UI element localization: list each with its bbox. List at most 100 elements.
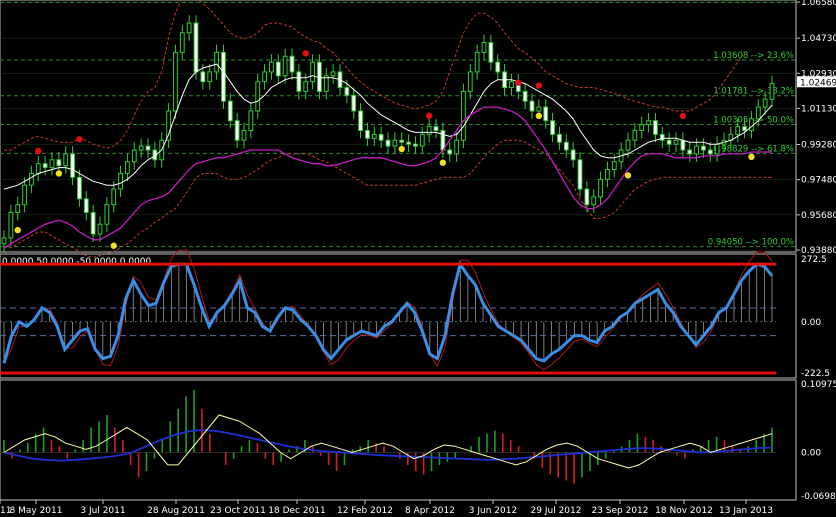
candle-body (145, 145, 151, 151)
signal-dot-red (515, 79, 522, 86)
candle-body (83, 198, 89, 214)
candle-body (77, 176, 82, 200)
time-tick-label: 13 Jan 2013 (719, 506, 773, 516)
candle-body (378, 133, 384, 141)
signal-dot-yellow (748, 153, 755, 161)
candle-body (666, 139, 672, 145)
candle (173, 44, 178, 119)
candle-body (269, 61, 274, 73)
candle-body (714, 143, 720, 155)
candle-body (591, 196, 597, 206)
candle-body (543, 106, 549, 122)
candle-body (673, 139, 679, 145)
candle-body (97, 223, 103, 235)
candle-body (303, 81, 309, 92)
candle-body (358, 110, 363, 131)
candle-body (351, 94, 357, 112)
candle-body (227, 100, 233, 122)
candle-body (221, 51, 226, 102)
candle-body (413, 143, 418, 147)
candle-body (557, 133, 562, 143)
candle-body (214, 51, 219, 73)
candle (461, 83, 466, 149)
candle-body (481, 42, 487, 53)
candle-body (406, 141, 411, 145)
candle-body (447, 149, 453, 155)
candle-body (694, 145, 699, 155)
candle-body (56, 159, 62, 167)
candle-body (241, 129, 247, 141)
candle-body (234, 120, 240, 141)
candle-body (310, 61, 315, 83)
candle-body (392, 139, 398, 147)
time-tick-label: 12 Feb 2012 (337, 506, 393, 516)
signal-dot-red (535, 82, 543, 89)
candle-body (289, 55, 295, 73)
time-tick-label: 3 Jul 2011 (80, 506, 125, 516)
candle-body (584, 188, 590, 206)
price-tick-label: 1.04730 (801, 34, 836, 44)
time-tick-label: 28 Aug 2011 (147, 506, 205, 516)
candle-body (118, 172, 123, 190)
signal-dot-red (35, 147, 42, 155)
candle-body (433, 126, 439, 131)
time-tick-label: 29 Jul 2012 (531, 506, 582, 516)
candle-body (248, 110, 254, 131)
candle-body (419, 133, 425, 147)
candle-body (104, 204, 110, 225)
price-tick-label: 0.97480 (801, 176, 836, 186)
macd-tick-label: 0.00 (801, 448, 821, 458)
candle-body (577, 159, 583, 190)
candle-body (488, 42, 494, 63)
candle-body (529, 100, 535, 112)
candle-body (193, 22, 199, 73)
candle-body (687, 149, 693, 155)
cci-tick-label: -222.5 (801, 369, 830, 379)
signal-dot-red (679, 112, 687, 120)
time-tick-label: 3 Jun 2012 (469, 506, 517, 516)
candle-body (509, 81, 514, 89)
signal-dot-yellow (55, 170, 63, 177)
candle-body (90, 212, 96, 235)
price-tick-label: 0.99280 (801, 141, 836, 151)
price-tick-label: 1.06580 (801, 0, 836, 8)
candle-body (179, 32, 185, 53)
current-price-marker: 1.02469 (797, 76, 836, 88)
candle-body (426, 126, 432, 135)
candle-body (762, 98, 768, 108)
candle-body (125, 161, 130, 174)
candle-body (296, 71, 302, 92)
time-tick-label: 18 Nov 2012 (655, 506, 713, 516)
candle-body (639, 124, 645, 131)
time-tick-label: 23 Sep 2012 (591, 506, 648, 516)
signal-dot-red (425, 112, 433, 120)
candle-body (365, 129, 370, 139)
signal-dot-yellow (439, 159, 447, 166)
candle-body (749, 118, 754, 131)
candle (193, 15, 199, 80)
candle-body (42, 163, 48, 169)
candle-body (344, 87, 350, 96)
candle (221, 44, 226, 110)
candle-body (275, 61, 281, 77)
price-tick-label: 1.01130 (801, 104, 836, 114)
macd-tick-label: -0.06982 (801, 492, 836, 502)
time-tick-label: 18 Dec 2011 (268, 506, 326, 516)
candle-body (454, 139, 459, 155)
cci-tick-label: 272.5 (801, 255, 827, 265)
signal-dot-yellow (110, 242, 117, 249)
candle-body (605, 169, 610, 180)
candle-body (282, 55, 288, 77)
candle-body (330, 71, 336, 77)
candle-body (653, 120, 658, 135)
candle-body (166, 110, 171, 141)
trading-chart: 1.06560 --> 0.0% 1.03608 --> 23.6% 1.01781… (0, 0, 836, 517)
time-tick-label: 8 May 2011 (10, 506, 63, 516)
candle-body (200, 71, 206, 83)
candle-body (680, 139, 686, 151)
time-tick-label: 23 Oct 2011 (210, 506, 266, 516)
candle-body (385, 139, 391, 147)
candle-body (173, 51, 178, 112)
signal-dot-yellow (398, 145, 405, 153)
macd-tick-label: 0.10975 (801, 380, 836, 390)
